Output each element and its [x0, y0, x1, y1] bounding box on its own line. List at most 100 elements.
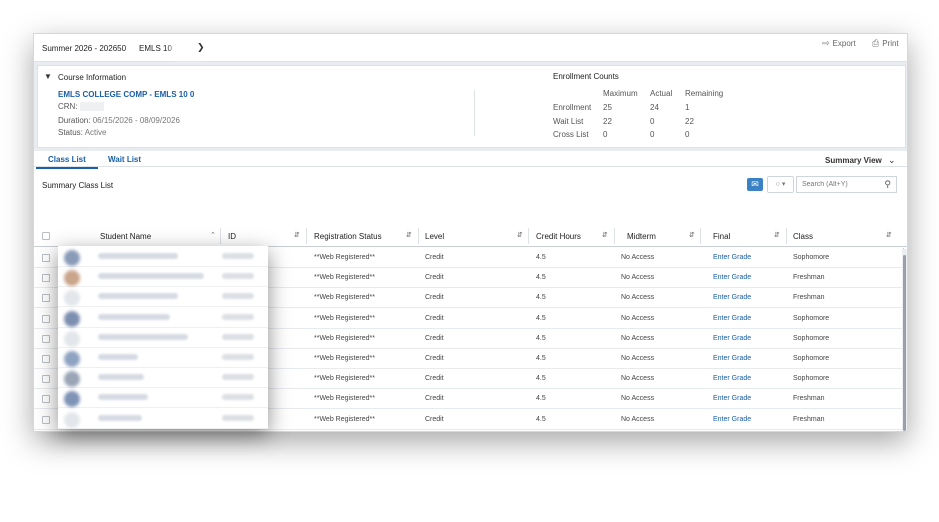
- tab-class-list[interactable]: Class List: [36, 155, 98, 169]
- row-checkbox[interactable]: [42, 274, 50, 283]
- final-grade-link[interactable]: Enter Grade: [713, 254, 751, 261]
- row-checkbox[interactable]: [42, 314, 50, 323]
- row-label: Wait List: [553, 117, 584, 126]
- final-grade-link[interactable]: Enter Grade: [713, 395, 751, 402]
- cell: 25: [603, 103, 612, 112]
- redacted-id: [222, 374, 254, 381]
- sort-icon[interactable]: ⇵: [517, 231, 523, 239]
- avatar: [64, 351, 80, 367]
- col-id[interactable]: ID: [228, 232, 236, 241]
- course-selector[interactable]: EMLS 10: [139, 44, 172, 53]
- registration-status-cell: **Web Registered**: [314, 355, 375, 362]
- col-class[interactable]: Class: [793, 232, 813, 241]
- credit-hours-cell: 4.5: [536, 355, 546, 362]
- midterm-cell: No Access: [621, 274, 655, 282]
- row-checkbox[interactable]: [42, 294, 50, 303]
- registration-status-cell: **Web Registered**: [314, 395, 375, 403]
- row-checkbox[interactable]: [42, 334, 50, 343]
- export-label: Export: [832, 39, 856, 48]
- row-checkbox[interactable]: [42, 395, 50, 404]
- redacted-id: [222, 293, 254, 300]
- col-level[interactable]: Level: [425, 232, 444, 241]
- search-input[interactable]: [797, 177, 877, 192]
- cell: 24: [650, 103, 659, 112]
- sort-icon[interactable]: ⇵: [886, 231, 892, 239]
- column-divider: [418, 228, 419, 244]
- registration-status-cell: **Web Registered**: [314, 415, 375, 423]
- midterm-cell: No Access: [621, 314, 655, 322]
- avatar: [64, 310, 80, 327]
- midterm-cell: No Access: [621, 294, 655, 302]
- avatar: [64, 411, 80, 428]
- chevron-down-icon[interactable]: ⌄: [888, 155, 896, 166]
- final-grade-link[interactable]: Enter Grade: [713, 335, 751, 342]
- column-divider: [528, 228, 529, 244]
- redacted-row: [58, 287, 268, 308]
- col-final[interactable]: Final: [713, 232, 730, 241]
- sort-icon[interactable]: ⇵: [294, 231, 300, 239]
- final-grade-link[interactable]: Enter Grade: [713, 416, 751, 423]
- term-selector[interactable]: Summer 2026 - 202650: [42, 44, 126, 53]
- crn-row: CRN:: [58, 102, 104, 112]
- row-checkbox[interactable]: [42, 355, 50, 363]
- sort-asc-icon[interactable]: ⌃: [210, 231, 216, 239]
- export-icon: ⇨: [822, 38, 830, 48]
- course-title-link[interactable]: EMLS COLLEGE COMP - EMLS 10 0: [58, 90, 194, 99]
- avatar: [64, 391, 80, 408]
- redacted-id: [222, 313, 254, 320]
- final-grade-link[interactable]: Enter Grade: [713, 315, 751, 322]
- final-grade-link[interactable]: Enter Grade: [713, 294, 751, 301]
- final-grade-link[interactable]: Enter Grade: [713, 274, 751, 281]
- level-cell: Credit: [425, 415, 444, 423]
- row-checkbox[interactable]: [42, 254, 50, 262]
- col-credit-hours[interactable]: Credit Hours: [536, 232, 581, 241]
- redacted-row: [58, 409, 268, 429]
- cell: 0: [685, 130, 690, 139]
- scrollbar-thumb[interactable]: [903, 255, 906, 431]
- email-button[interactable]: ✉: [747, 178, 763, 191]
- vertical-scrollbar[interactable]: [902, 249, 907, 431]
- sort-icon[interactable]: ⇵: [602, 231, 608, 239]
- cell: 0: [603, 130, 608, 139]
- sort-icon[interactable]: ⇵: [689, 231, 695, 239]
- cell: 0: [650, 117, 655, 126]
- credit-hours-cell: 4.5: [536, 294, 546, 302]
- column-divider: [786, 228, 787, 244]
- duration-label: Duration:: [58, 116, 91, 125]
- print-label: Print: [882, 39, 899, 48]
- search-icon[interactable]: ⚲: [884, 179, 891, 190]
- final-grade-link[interactable]: Enter Grade: [713, 355, 751, 362]
- sort-icon[interactable]: ⇵: [406, 231, 412, 239]
- redacted-name: [98, 293, 178, 300]
- level-cell: Credit: [425, 294, 444, 302]
- midterm-cell: No Access: [621, 395, 655, 403]
- midterm-cell: No Access: [621, 355, 655, 362]
- class-cell: Freshman: [793, 395, 825, 403]
- student-name-redaction-overlay: [58, 246, 268, 429]
- midterm-cell: No Access: [621, 415, 655, 423]
- summary-view-dropdown[interactable]: Summary View: [825, 156, 882, 165]
- registration-status-cell: **Web Registered**: [314, 314, 375, 322]
- chevron-down-icon[interactable]: ❯: [197, 42, 205, 53]
- export-button[interactable]: ⇨ Export: [822, 38, 856, 49]
- class-cell: Sophomore: [793, 334, 830, 342]
- status-row: Status: Active: [58, 128, 106, 137]
- col-registration-status[interactable]: Registration Status: [314, 232, 382, 241]
- filter-dropdown-button[interactable]: ○ ▾: [767, 176, 794, 193]
- col-midterm[interactable]: Midterm: [627, 232, 656, 241]
- final-grade-link[interactable]: Enter Grade: [713, 375, 751, 382]
- select-all-checkbox[interactable]: [42, 232, 50, 240]
- printer-icon: ⎙: [872, 38, 880, 48]
- print-button[interactable]: ⎙ Print: [872, 38, 899, 49]
- col-student-name[interactable]: Student Name: [100, 232, 151, 241]
- collapse-chevron-icon[interactable]: ▼: [44, 72, 52, 81]
- credit-hours-cell: 4.5: [536, 254, 546, 261]
- tab-wait-list[interactable]: Wait List: [108, 155, 141, 164]
- redacted-name: [98, 374, 144, 381]
- sort-icon[interactable]: ⇵: [774, 231, 780, 239]
- row-checkbox[interactable]: [42, 415, 50, 424]
- row-checkbox[interactable]: [42, 375, 50, 384]
- level-cell: Credit: [425, 314, 444, 322]
- redacted-name: [98, 394, 148, 401]
- cell: 0: [650, 130, 655, 139]
